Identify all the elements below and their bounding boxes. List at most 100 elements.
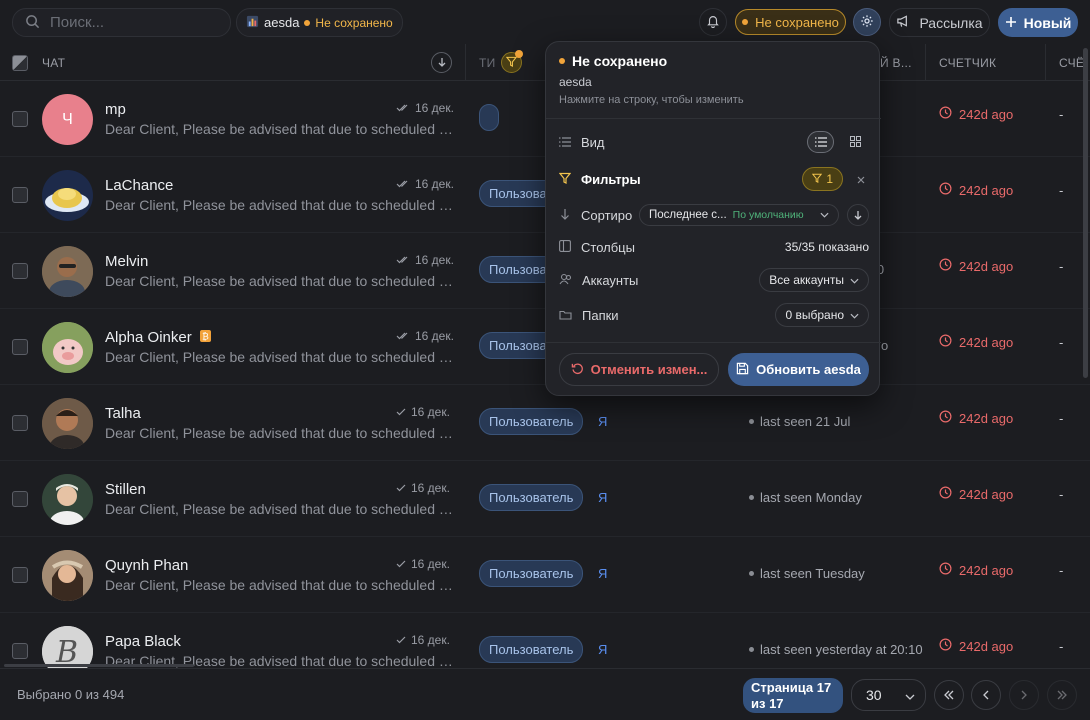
page-size-select[interactable]: 30	[851, 679, 926, 711]
message-preview: Dear Client, Please be advised that due …	[105, 425, 457, 441]
search-input[interactable]	[50, 14, 210, 31]
row-checkbox[interactable]	[12, 567, 28, 583]
sort-direction-button[interactable]	[847, 204, 869, 226]
folders-select[interactable]: 0 выбрано	[775, 303, 869, 327]
accounts-controls: Все аккаунты	[759, 268, 869, 292]
row-checkbox[interactable]	[12, 415, 28, 431]
grid-view-button[interactable]	[842, 131, 869, 153]
table-footer: Выбрано 0 из 494 Страница 17 из 17 30	[0, 668, 1090, 720]
save-icon	[736, 362, 749, 378]
column-counter[interactable]: СЧЕТЧИК	[939, 44, 996, 81]
date-text: 16 дек.	[415, 177, 454, 191]
column-type[interactable]: ТИ	[479, 44, 496, 81]
horizontal-scrollbar[interactable]	[4, 664, 194, 667]
counter-value: 242d ago	[939, 258, 1013, 274]
accounts-select[interactable]: Все аккаунты	[759, 268, 869, 292]
counter2-value: -	[1059, 107, 1064, 122]
unsaved-changes-button[interactable]: Не сохранено	[735, 9, 846, 35]
chevron-down-icon	[850, 308, 859, 322]
filter-icon	[558, 171, 572, 187]
date-text: 16 дек.	[411, 557, 450, 571]
users-icon	[559, 272, 572, 288]
table-row[interactable]: Stillen Dear Client, Please be advised t…	[0, 461, 1090, 537]
row-checkbox[interactable]	[12, 339, 28, 355]
view-mode-label: Вид	[581, 134, 605, 150]
list-view-button[interactable]	[807, 131, 834, 153]
folders-row[interactable]: Папки 0 выбрано	[559, 300, 869, 330]
view-settings-button[interactable]	[853, 8, 881, 36]
row-checkbox[interactable]	[12, 643, 28, 659]
row-checkbox[interactable]	[12, 263, 28, 279]
arrow-down-icon	[437, 56, 447, 70]
row-checkbox[interactable]	[12, 111, 28, 127]
chevron-down-icon	[820, 209, 829, 221]
last-page-button[interactable]	[1047, 680, 1077, 710]
next-page-button[interactable]	[1009, 680, 1039, 710]
avatar	[42, 398, 93, 449]
counter-text: 242d ago	[959, 486, 1014, 502]
avatar	[42, 322, 93, 373]
current-view-chip[interactable]: aesda Не сохранено	[236, 8, 403, 37]
chat-name-text: Melvin	[105, 253, 149, 270]
last-seen-text: last seen Tuesday	[760, 566, 865, 581]
column-chat[interactable]: ЧАТ	[42, 44, 65, 81]
last-seen-text: last seen yesterday at 20:10	[760, 642, 923, 657]
table-row[interactable]: B Papa Black Dear Client, Please be advi…	[0, 613, 1090, 668]
close-icon[interactable]	[857, 171, 865, 187]
avatar	[42, 170, 93, 221]
column-divider	[1045, 44, 1046, 81]
view-mode-row[interactable]: Вид	[559, 127, 869, 157]
filter-cell	[501, 44, 523, 81]
new-chat-button[interactable]: Новый	[998, 8, 1078, 37]
row-checkbox[interactable]	[12, 491, 28, 507]
user-type-chip: Пользователь	[479, 484, 584, 511]
double-check-icon	[396, 177, 410, 191]
column-divider	[925, 44, 926, 81]
broadcast-button[interactable]: Рассылка	[889, 8, 990, 37]
unsaved-dot	[559, 58, 565, 64]
columns-row[interactable]: Столбцы 35/35 показано	[559, 232, 869, 262]
sort-field-select[interactable]: Последнее с... По умолчанию	[639, 204, 839, 226]
filters-row[interactable]: Фильтры 1	[558, 164, 869, 194]
select-all-checkbox[interactable]	[12, 54, 28, 71]
unsaved-label: Не сохранено	[755, 14, 839, 30]
last-seen: o	[881, 338, 888, 353]
chevrons-right-icon	[1056, 687, 1068, 703]
clock-icon	[939, 334, 952, 350]
column-last-seen[interactable]: Й В...	[880, 44, 912, 81]
previous-page-button[interactable]	[971, 680, 1001, 710]
check-icon	[396, 633, 406, 647]
message-date: 16 дек.	[396, 405, 450, 419]
sort-row[interactable]: Сортиро Последнее с... По умолчанию	[559, 200, 869, 230]
page-size-value: 30	[866, 687, 882, 703]
chat-name-text: Quynh Phan	[105, 557, 189, 574]
user-type-chip	[479, 104, 499, 131]
message-preview: Dear Client, Please be advised that due …	[105, 577, 457, 593]
accounts-row[interactable]: Аккаунты Все аккаунты	[559, 265, 869, 295]
counter2-value: -	[1059, 259, 1064, 274]
vertical-scrollbar[interactable]	[1083, 48, 1088, 378]
notifications-button[interactable]	[699, 8, 727, 36]
discard-changes-button[interactable]: Отменить измен...	[559, 353, 719, 386]
counter-value: 242d ago	[939, 106, 1013, 122]
message-preview: Dear Client, Please be advised that due …	[105, 349, 457, 365]
counter2-value: -	[1059, 563, 1064, 578]
popover-title: Не сохранено	[559, 53, 667, 69]
update-view-button[interactable]: Обновить aesda	[728, 353, 869, 386]
first-page-button[interactable]	[934, 680, 964, 710]
table-row[interactable]: Talha Dear Client, Please be advised tha…	[0, 385, 1090, 461]
row-checkbox[interactable]	[12, 187, 28, 203]
sort-direction-button[interactable]	[431, 52, 452, 73]
unsaved-dot	[742, 19, 749, 25]
chevron-down-icon	[850, 273, 859, 287]
counter-text: 242d ago	[959, 106, 1014, 122]
status-dot	[749, 419, 754, 424]
date-text: 16 дек.	[415, 329, 454, 343]
message-preview: Dear Client, Please be advised that due …	[105, 197, 457, 213]
column-counter-2[interactable]: СЧЁ	[1059, 44, 1084, 81]
search-box[interactable]	[12, 8, 231, 37]
active-filters-chip[interactable]: 1	[802, 167, 843, 191]
svg-text:₿: ₿	[202, 332, 209, 343]
table-row[interactable]: Quynh Phan Dear Client, Please be advise…	[0, 537, 1090, 613]
column-filter-button[interactable]	[501, 50, 523, 73]
